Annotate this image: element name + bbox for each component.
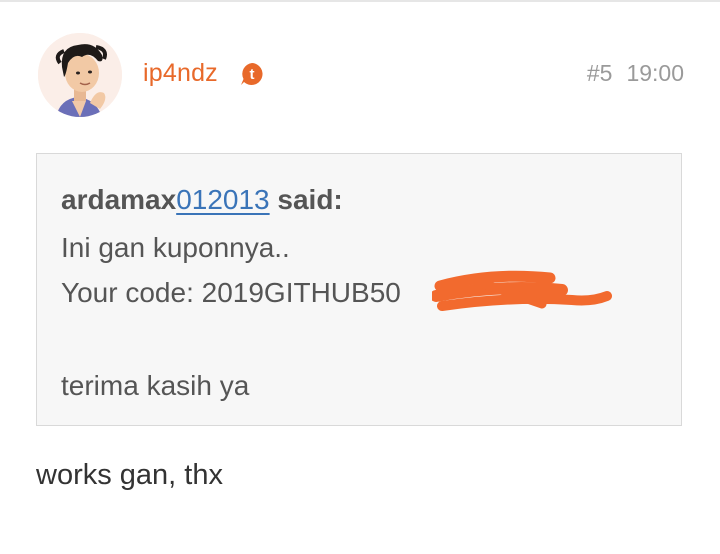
quote-line: Ini gan kuponnya.. <box>61 232 290 263</box>
post-time: 19:00 <box>626 60 684 86</box>
quote-line: terima kasih ya <box>61 370 250 401</box>
author-name[interactable]: ip4ndz <box>143 59 218 88</box>
quote-said-label: said: <box>269 184 343 215</box>
post-body: works gan, thx <box>36 459 223 491</box>
redaction-scribble <box>432 270 612 311</box>
tumblr-badge-icon: t <box>241 63 263 85</box>
post-number[interactable]: #5 <box>587 60 613 86</box>
quote-line-code: Your code: 2019GITHUB50 <box>61 277 401 308</box>
quote-attribution: ardamax012013 said: <box>61 184 343 216</box>
avatar-image <box>38 33 122 117</box>
post-meta: #5 19:00 <box>587 60 684 87</box>
forum-post: ip4ndz t #5 19:00 ardamax012013 said: Ini… <box>0 0 720 554</box>
quote-block: ardamax012013 said: Ini gan kuponnya.. Y… <box>36 153 682 426</box>
quote-author-prefix: ardamax <box>61 184 177 215</box>
quote-author-link[interactable]: 012013 <box>176 184 269 215</box>
badge-letter: t <box>250 66 255 83</box>
avatar[interactable] <box>38 33 122 117</box>
